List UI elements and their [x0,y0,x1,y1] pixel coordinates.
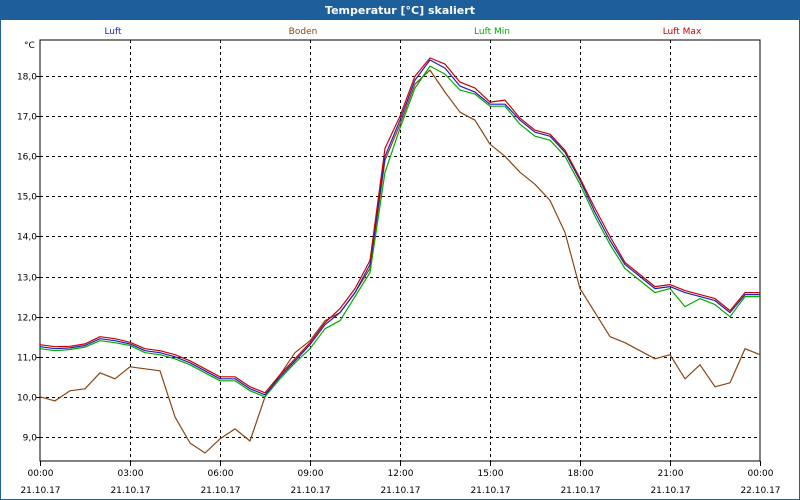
x-tick-time-label: 12:00 [388,469,414,479]
x-tick-time-label: 00:00 [748,469,774,479]
x-tick-date-label: 21.10.17 [470,486,510,496]
x-tick-date-label: 21.10.17 [560,486,600,496]
temperature-chart: 9,0 10,0 11,0 12,0 13,0 14,0 15,0 16,0 17,0 18,0 °… [17,27,781,496]
x-tick-date-label: 21.10.17 [200,486,240,496]
x-tick-time-label: 06:00 [208,469,234,479]
x-tick-date-label: 21.10.17 [380,486,420,496]
y-tick-label: 15,0 [17,193,37,203]
x-tick-time-label: 03:00 [118,469,144,479]
legend-entry-0: Luft [104,27,122,37]
x-tick-time-label: 09:00 [298,469,324,479]
y-tick-label: 16,0 [17,153,37,163]
y-tick-label: 9,0 [23,434,38,444]
x-tick-time-label: 18:00 [568,469,594,479]
x-tick-time-label: 21:00 [658,469,684,479]
y-tick-label: 10,0 [17,394,37,404]
x-tick-time-label: 00:00 [28,469,54,479]
y-tick-label: 17,0 [17,113,37,123]
x-tick-date-label: 21.10.17 [650,486,690,496]
x-tick-date-label: 22.10.17 [740,486,780,496]
y-tick-label: 18,0 [17,73,37,83]
x-tick-date-label: 21.10.17 [20,486,60,496]
legend-entry-1: Boden [289,27,318,37]
x-tick-time-label: 15:00 [478,469,504,479]
x-tick-date-label: 21.10.17 [110,486,150,496]
x-tick-date-label: 21.10.17 [290,486,330,496]
y-tick-label: 13,0 [17,274,37,284]
y-tick-label: 12,0 [17,314,37,324]
y-tick-label: 14,0 [17,233,37,243]
y-tick-label: 11,0 [17,354,37,364]
legend-entry-3: Luft Max [663,27,702,37]
legend-entry-2: Luft Min [474,27,510,37]
y-axis-label: °C [24,41,35,51]
